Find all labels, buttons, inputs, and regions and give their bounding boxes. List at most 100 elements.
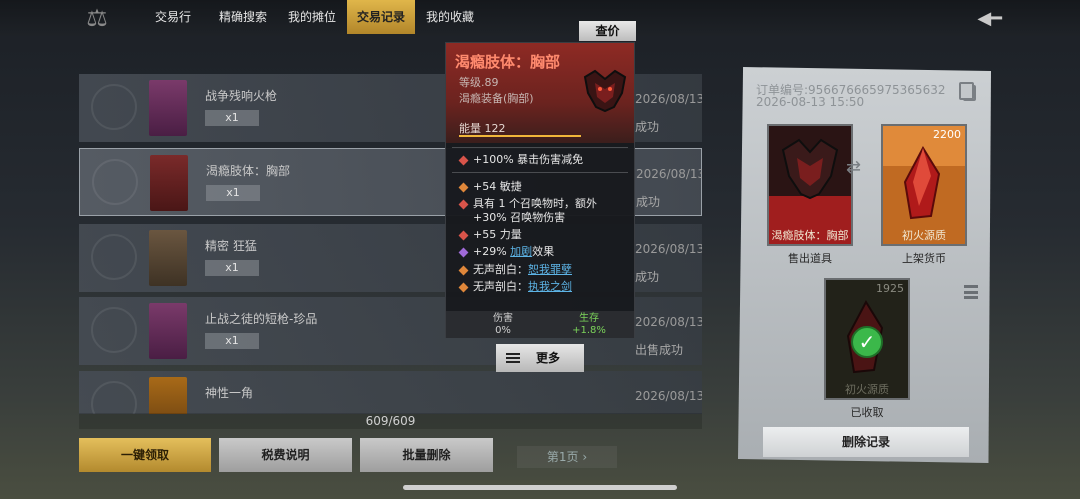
price-check-button[interactable]: 查价 (579, 21, 636, 41)
tab-trade-records[interactable]: 交易记录 (347, 0, 415, 34)
item-tooltip: 渴瘾肢体：胸部 等级.89 渴瘾装备(胸部) 能量 122 +100% 暴击伤害… (445, 42, 635, 338)
affix-text: 效果 (532, 245, 555, 258)
check-icon: ✓ (851, 326, 883, 358)
affix-stat: 无声剖白：执我之剑 (458, 280, 572, 294)
top-nav: ⚖ 交易行 精确搜索 我的摊位 交易记录 我的收藏 ◀━ (0, 0, 1080, 36)
diamond-bullet-icon (458, 199, 469, 209)
received-card[interactable]: 1925 ✓ 初火源质 (824, 278, 910, 400)
record-name: 渴瘾肢体：胸部 (206, 164, 291, 178)
record-date: 2026/08/13 (636, 167, 702, 181)
record-name: 止战之徒的短枪-珍品 (205, 312, 318, 326)
affix-text: +29% (473, 245, 511, 258)
delete-record-button[interactable]: 删除记录 (763, 427, 969, 457)
record-status: 成功 (635, 120, 660, 134)
item-type: 渴瘾装备(胸部) (459, 92, 534, 105)
emblem-icon (91, 381, 137, 414)
order-time: 2026-08-13 15:50 (756, 95, 865, 109)
record-name: 精密 狂猛 (205, 239, 257, 253)
record-qty: x1 (206, 185, 260, 201)
record-qty: x1 (205, 110, 259, 126)
tooltip-header: 渴瘾肢体：胸部 等级.89 渴瘾装备(胸部) 能量 122 (446, 43, 634, 143)
record-name: 战争残响火枪 (205, 89, 278, 103)
chevron-right-icon: › (582, 450, 588, 464)
affix-text: +55 力量 (473, 228, 522, 241)
more-button[interactable]: 更多 (496, 344, 584, 372)
keyword-link[interactable]: 恕我罪孽 (528, 263, 572, 276)
tax-info-button[interactable]: 税费说明 (219, 438, 352, 472)
home-indicator[interactable] (403, 485, 677, 490)
swap-arrows-icon: ⇄ (846, 157, 862, 178)
currency-card[interactable]: 2200 初火源质 (881, 124, 967, 246)
emblem-icon (91, 84, 137, 130)
scales-logo-icon: ⚖ (86, 4, 108, 32)
record-date: 2026/08/13 (635, 389, 702, 403)
diamond-bullet-icon (458, 247, 469, 257)
received-name: 初火源质 (845, 383, 889, 396)
item-thumbnail (149, 80, 187, 136)
received-amount: 1925 (876, 282, 904, 295)
tab-auction-house[interactable]: 交易行 (142, 0, 204, 34)
damage-value: 0% (495, 325, 511, 336)
record-date: 2026/08/13 (635, 315, 702, 329)
chest-armor-icon (769, 126, 851, 244)
affix-stat: 无声剖白：恕我罪孽 (458, 263, 572, 277)
diamond-bullet-icon (458, 282, 469, 292)
emblem-icon (92, 159, 138, 205)
tab-my-favorites[interactable]: 我的收藏 (417, 0, 483, 34)
list-icon[interactable] (964, 285, 978, 299)
copy-icon[interactable] (959, 82, 976, 101)
affix-text: 具有 1 个召唤物时，额外 (473, 197, 597, 210)
damage-label: 伤害 (493, 313, 513, 324)
batch-delete-button[interactable]: 批量删除 (360, 438, 493, 472)
affix-stat: 具有 1 个召唤物时，额外 +30% 召唤物伤害 (458, 197, 597, 225)
tab-my-stall[interactable]: 我的摊位 (280, 0, 344, 34)
page-label: 第1页 (546, 450, 579, 464)
record-qty: x1 (205, 333, 259, 349)
item-thumbnail (150, 155, 188, 211)
item-thumbnail (149, 303, 187, 359)
record-qty: x1 (205, 260, 259, 276)
page-indicator[interactable]: 第1页 › (517, 446, 617, 468)
more-label: 更多 (536, 351, 561, 365)
affix-stat: +29% 加剧效果 (458, 245, 555, 259)
item-level: 等级.89 (459, 76, 499, 89)
affix-text: 无声剖白： (473, 280, 528, 293)
keyword-link[interactable]: 加剧 (510, 245, 532, 258)
currency-name: 初火源质 (902, 229, 946, 242)
record-date: 2026/08/13 (635, 242, 702, 256)
damage-summary: 伤害 0% (456, 313, 550, 337)
sold-item-label: 售出道具 (788, 252, 832, 265)
affix-text: +54 敏捷 (473, 180, 522, 193)
emblem-icon (91, 307, 137, 353)
crystal-icon (883, 126, 965, 244)
item-title: 渴瘾肢体：胸部 (455, 53, 561, 71)
menu-icon (506, 353, 520, 363)
record-status: 成功 (635, 270, 660, 284)
record-name: 神性一角 (205, 386, 254, 400)
energy-bar (459, 135, 581, 137)
affix-text: 无声剖白： (473, 263, 528, 276)
sold-item-name: 渴瘾肢体：胸部 (771, 229, 849, 242)
record-row[interactable]: 神性一角 2026/08/13 (79, 371, 702, 414)
affix-text-line2: +30% 召唤物伤害 (473, 211, 566, 224)
diamond-bullet-icon (458, 155, 469, 165)
order-detail-panel: 订单编号:9566766659753656​32 2026-08-13 15:5… (738, 67, 991, 463)
affix-stat: +55 力量 (458, 228, 522, 242)
survive-value: +1.8% (572, 325, 606, 336)
back-arrow-icon[interactable]: ◀━ (977, 8, 1002, 29)
sold-item-card[interactable]: 渴瘾肢体：胸部 (767, 124, 853, 246)
record-status: 成功 (636, 195, 661, 209)
received-label: 已收取 (850, 406, 884, 419)
currency-label: 上架货币 (902, 252, 946, 265)
divider (452, 147, 628, 148)
diamond-bullet-icon (458, 182, 469, 192)
keyword-link[interactable]: 执我之剑 (528, 280, 572, 293)
claim-all-button[interactable]: 一键领取 (79, 438, 211, 472)
tab-precise-search[interactable]: 精确搜索 (206, 0, 280, 34)
item-thumbnail (149, 377, 187, 414)
record-counter: 609/609 (79, 413, 702, 429)
divider (452, 172, 628, 173)
tooltip-footer: 伤害 0% 生存 +1.8% (446, 311, 634, 338)
diamond-bullet-icon (458, 230, 469, 240)
energy-text: 能量 122 (459, 122, 506, 135)
